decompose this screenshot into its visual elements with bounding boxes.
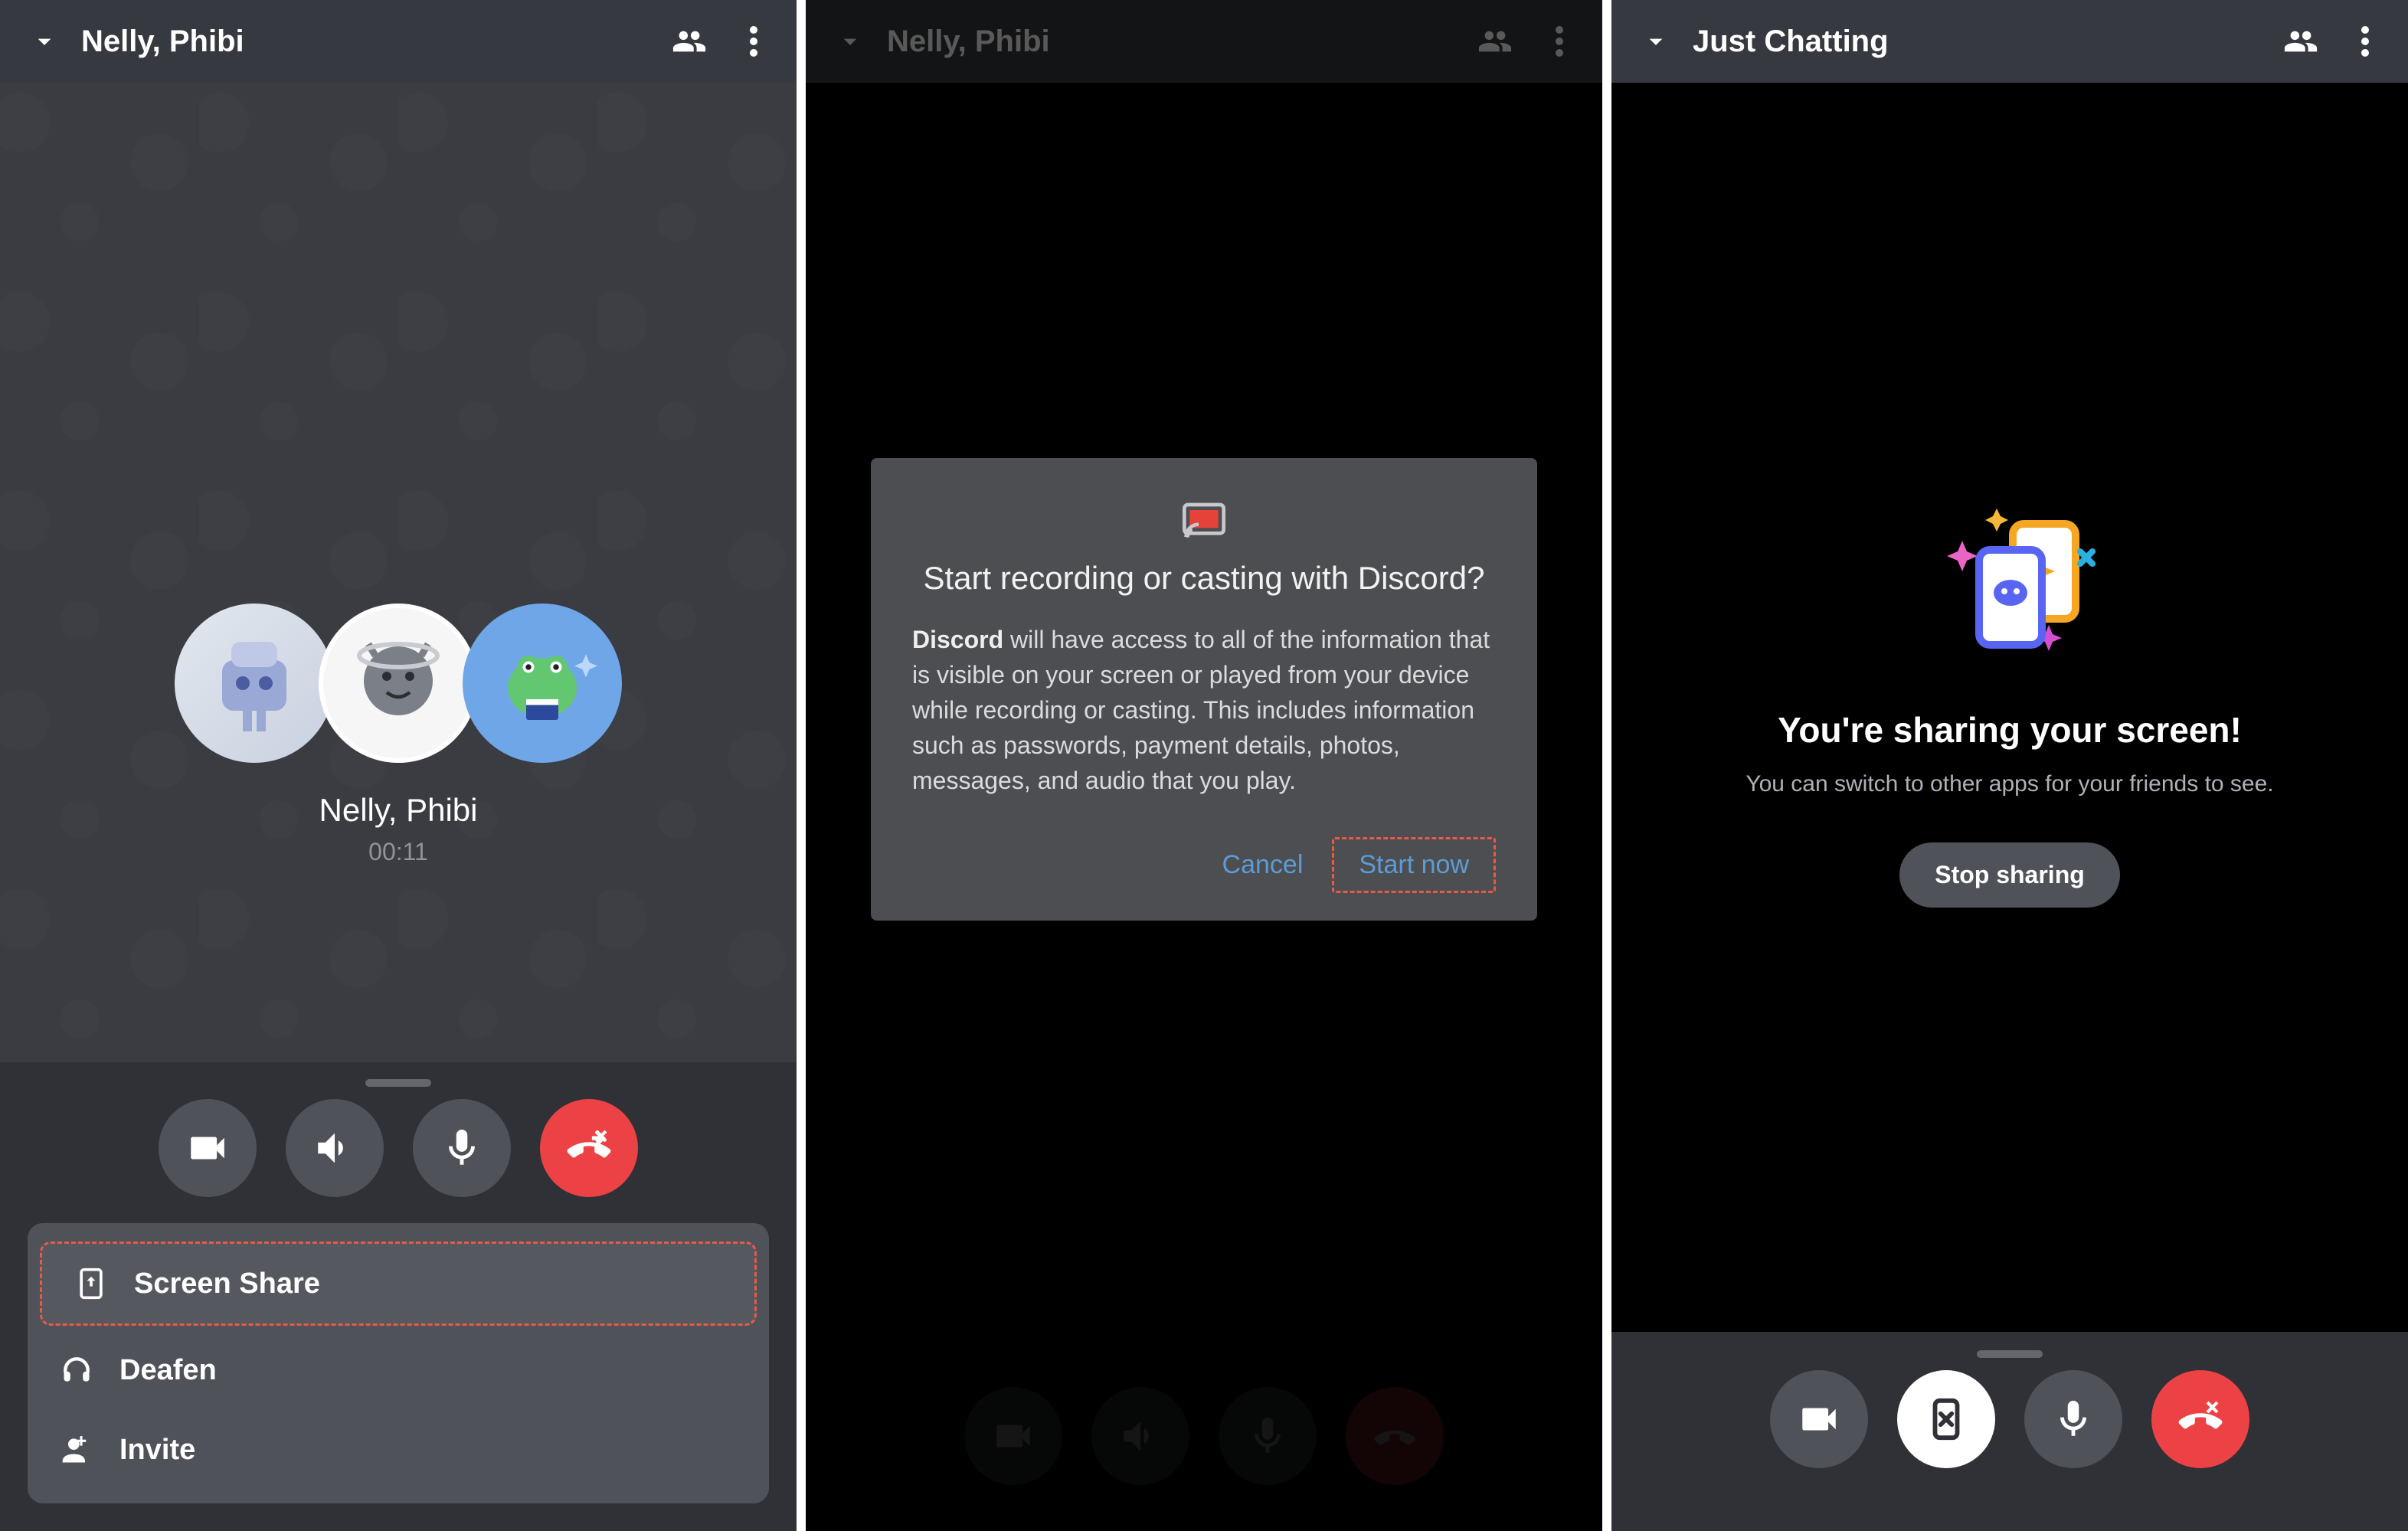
members-icon[interactable] — [2279, 20, 2322, 63]
camera-button[interactable] — [159, 1099, 257, 1197]
screen-share-icon — [74, 1267, 108, 1300]
mic-button[interactable] — [2024, 1370, 2122, 1468]
hang-up-button[interactable] — [540, 1099, 638, 1197]
start-now-highlight: Start now — [1332, 837, 1496, 893]
camera-button[interactable] — [1770, 1370, 1868, 1468]
cast-permission-dialog: Start recording or casting with Discord?… — [871, 458, 1537, 921]
header-bar: Nelly, Phibi — [806, 0, 1602, 83]
invite-icon — [60, 1433, 93, 1467]
call-participants-label: Nelly, Phibi — [319, 792, 478, 829]
actions-drawer: Screen Share Deafen Invite — [28, 1223, 769, 1503]
header-bar: Just Chatting — [1611, 0, 2408, 83]
collapse-chevron[interactable] — [1641, 26, 1671, 57]
deafen-label: Deafen — [119, 1354, 217, 1387]
call-controls-sheet — [1611, 1332, 2408, 1531]
header-title: Nelly, Phibi — [81, 25, 646, 59]
screen-sharing-active: Just Chatting — [1611, 0, 2408, 1531]
collapse-chevron[interactable] — [29, 26, 60, 57]
speaker-button[interactable] — [286, 1099, 384, 1197]
sheet-handle[interactable] — [365, 1079, 431, 1087]
header-title: Just Chatting — [1693, 25, 2258, 59]
more-menu-icon[interactable] — [732, 20, 775, 63]
hang-up-button[interactable] — [2151, 1370, 2249, 1468]
sharing-subtitle: You can switch to other apps for your fr… — [1745, 767, 2273, 801]
header-title: Nelly, Phibi — [887, 25, 1452, 59]
avatar[interactable] — [319, 604, 478, 763]
screen-share-label: Screen Share — [134, 1268, 320, 1300]
header-bar: Nelly, Phibi — [0, 0, 797, 83]
screen-cast-confirm: Nelly, Phibi Start recording or casting … — [806, 0, 1602, 1531]
call-elapsed-time: 00:11 — [368, 838, 428, 866]
more-menu-icon[interactable] — [2344, 20, 2387, 63]
call-canvas: Nelly, Phibi 00:11 — [0, 83, 797, 1062]
share-canvas: You're sharing your screen! You can swit… — [1611, 83, 2408, 1332]
cast-icon — [912, 502, 1496, 539]
avatar[interactable] — [175, 604, 334, 763]
headphones-icon — [60, 1353, 93, 1387]
sharing-title: You're sharing your screen! — [1778, 709, 2242, 751]
screen-call: Nelly, Phibi Nelly, Phibi — [0, 0, 797, 1531]
more-menu-icon — [1538, 20, 1581, 63]
share-illustration — [1910, 507, 2109, 660]
invite-option[interactable]: Invite — [28, 1410, 769, 1490]
members-icon[interactable] — [668, 20, 711, 63]
dialog-title: Start recording or casting with Discord? — [912, 558, 1496, 600]
collapse-chevron — [835, 26, 865, 57]
cancel-button[interactable]: Cancel — [1202, 842, 1323, 888]
call-controls-sheet: Screen Share Deafen Invite — [0, 1062, 797, 1531]
participant-avatars — [182, 604, 614, 763]
deafen-option[interactable]: Deafen — [28, 1330, 769, 1410]
screen-share-option[interactable]: Screen Share — [40, 1241, 757, 1326]
screen-share-active-button[interactable] — [1897, 1370, 1995, 1468]
start-now-button[interactable]: Start now — [1339, 842, 1489, 888]
mic-button[interactable] — [413, 1099, 511, 1197]
dialog-body: Discord will have access to all of the i… — [912, 622, 1496, 798]
sheet-handle[interactable] — [1977, 1350, 2043, 1358]
members-icon — [1474, 20, 1516, 63]
avatar[interactable] — [463, 604, 622, 763]
invite-label: Invite — [119, 1434, 195, 1467]
stop-sharing-button[interactable]: Stop sharing — [1899, 842, 2120, 908]
